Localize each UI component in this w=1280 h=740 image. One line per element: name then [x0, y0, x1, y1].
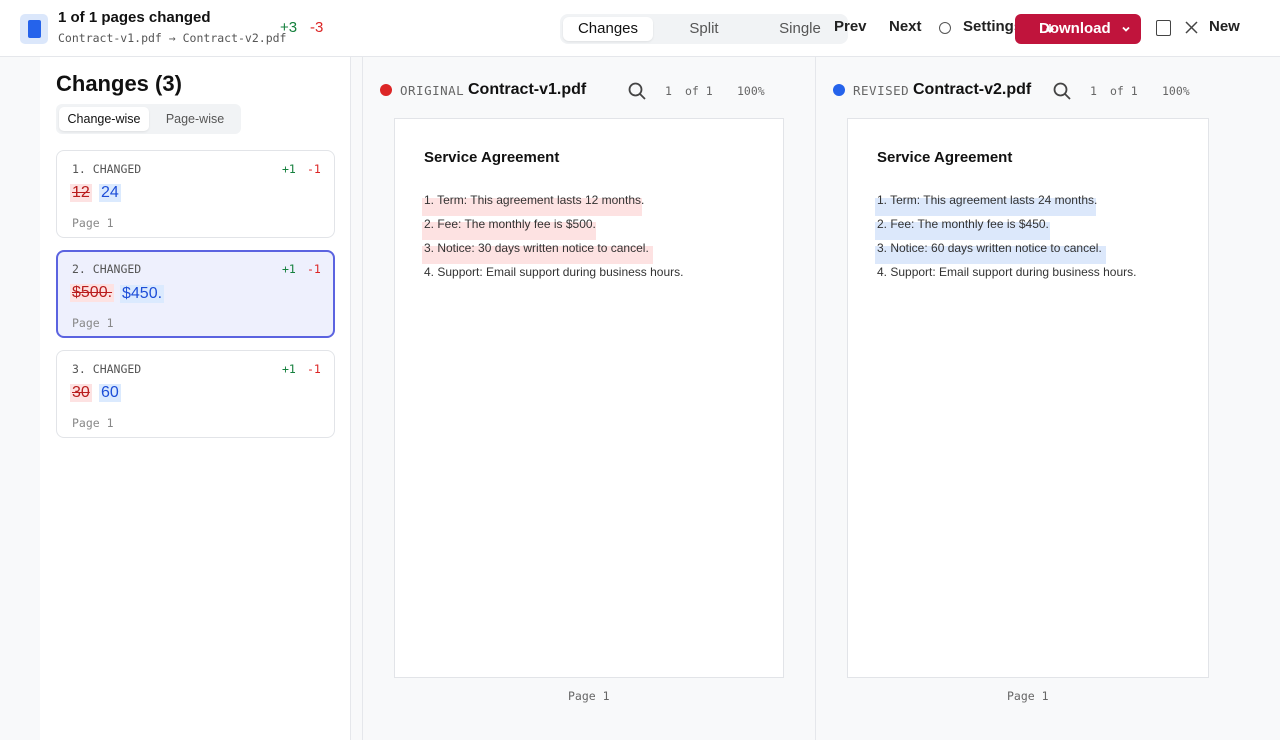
changes-sidebar: Changes (3) Change-wise Page-wise 1. CHA…	[40, 57, 350, 740]
page-number[interactable]: 1	[1090, 84, 1097, 98]
chevron-down-icon[interactable]	[1121, 24, 1131, 34]
page-number[interactable]: 1	[665, 84, 672, 98]
doc-line: 3. Notice: 60 days written notice to can…	[877, 241, 1102, 255]
prev-button[interactable]: Prev	[834, 18, 867, 35]
revised-page: Service Agreement 1. Term: This agreemen…	[847, 118, 1209, 678]
doc-line: 3. Notice: 30 days written notice to can…	[424, 241, 649, 255]
view-changes-tab[interactable]: Changes	[563, 17, 653, 41]
settings-button[interactable]: Settings	[963, 18, 1022, 35]
panel-toggle-icon[interactable]	[1156, 20, 1171, 36]
page-wise-tab[interactable]: Page-wise	[152, 107, 238, 131]
revised-viewer: REVISED Contract-v2.pdf 1 of 1 100% Serv…	[816, 57, 1280, 740]
settings-icon[interactable]	[939, 22, 951, 34]
revised-dot	[833, 84, 845, 96]
change-page: Page 1	[72, 316, 114, 330]
top-bar: 1 of 1 pages changed Contract-v1.pdf → C…	[0, 0, 1280, 57]
page-total: of 1	[1110, 84, 1138, 98]
change-removed: -1	[307, 362, 321, 376]
change-page: Page 1	[72, 216, 114, 230]
doc-line: 4. Support: Email support during busines…	[877, 265, 1137, 279]
doc-line: 1. Term: This agreement lasts 24 months.	[877, 193, 1098, 207]
original-file-name: Contract-v1.pdf	[468, 81, 587, 98]
old-value: 12	[70, 184, 92, 202]
doc-title: Service Agreement	[424, 149, 560, 166]
new-button[interactable]: New	[1209, 18, 1240, 35]
change-added: +1	[282, 362, 296, 376]
new-value: 60	[99, 384, 121, 402]
page-footer: Page 1	[568, 689, 610, 703]
change-label: 1. CHANGED	[72, 162, 142, 176]
old-value: 30	[70, 384, 92, 402]
view-split-tab[interactable]: Split	[659, 17, 749, 41]
changes-title: Changes (3)	[56, 71, 182, 96]
old-value: $500.	[70, 284, 115, 302]
original-viewer: ORIGINAL Contract-v1.pdf 1 of 1 100% Ser…	[363, 57, 815, 740]
search-icon[interactable]	[1053, 82, 1071, 100]
change-page: Page 1	[72, 416, 114, 430]
group-mode-toggle: Change-wise Page-wise	[56, 104, 241, 134]
change-wise-tab[interactable]: Change-wise	[59, 107, 149, 131]
search-icon[interactable]	[628, 82, 646, 100]
change-label: 2. CHANGED	[72, 262, 142, 276]
change-removed: -1	[307, 162, 321, 176]
change-card-selected[interactable]: 2. CHANGED +1 -1 $500. $450. Page 1	[56, 250, 335, 338]
page-total: of 1	[685, 84, 713, 98]
doc-title: Service Agreement	[877, 149, 1013, 166]
change-label: 3. CHANGED	[72, 362, 142, 376]
app-logo-icon	[20, 14, 48, 44]
next-button[interactable]: Next	[889, 18, 922, 35]
added-count: +3	[280, 19, 298, 36]
removed-count: -3	[310, 19, 324, 36]
sidebar-divider	[350, 57, 351, 740]
revised-file-name: Contract-v2.pdf	[913, 81, 1032, 98]
page-footer: Page 1	[1007, 689, 1049, 703]
original-page: Service Agreement 1. Term: This agreemen…	[394, 118, 784, 678]
change-card[interactable]: 3. CHANGED +1 -1 30 60 Page 1	[56, 350, 335, 438]
close-icon[interactable]	[1185, 21, 1198, 34]
change-added: +1	[282, 262, 296, 276]
change-removed: -1	[307, 262, 321, 276]
download-button[interactable]: Download	[1015, 14, 1141, 44]
download-label: Download	[1039, 20, 1111, 37]
pages-changed-title: 1 of 1 pages changed	[58, 9, 211, 26]
file-comparison-label: Contract-v1.pdf → Contract-v2.pdf	[58, 31, 287, 45]
doc-line: 2. Fee: The monthly fee is $500.	[424, 217, 596, 231]
revised-tag: REVISED	[853, 83, 910, 98]
view-single-tab[interactable]: Single	[755, 17, 845, 41]
new-value: $450.	[120, 285, 165, 303]
view-mode-toggle: Changes Split Single	[560, 14, 848, 44]
new-value: 24	[99, 184, 121, 202]
doc-line: 1. Term: This agreement lasts 12 months.	[424, 193, 645, 207]
doc-line: 4. Support: Email support during busines…	[424, 265, 684, 279]
change-card[interactable]: 1. CHANGED +1 -1 12 24 Page 1	[56, 150, 335, 238]
original-tag: ORIGINAL	[400, 83, 465, 98]
change-added: +1	[282, 162, 296, 176]
doc-line: 2. Fee: The monthly fee is $450.	[877, 217, 1049, 231]
zoom-level[interactable]: 100%	[1162, 84, 1190, 98]
zoom-level[interactable]: 100%	[737, 84, 765, 98]
original-dot	[380, 84, 392, 96]
